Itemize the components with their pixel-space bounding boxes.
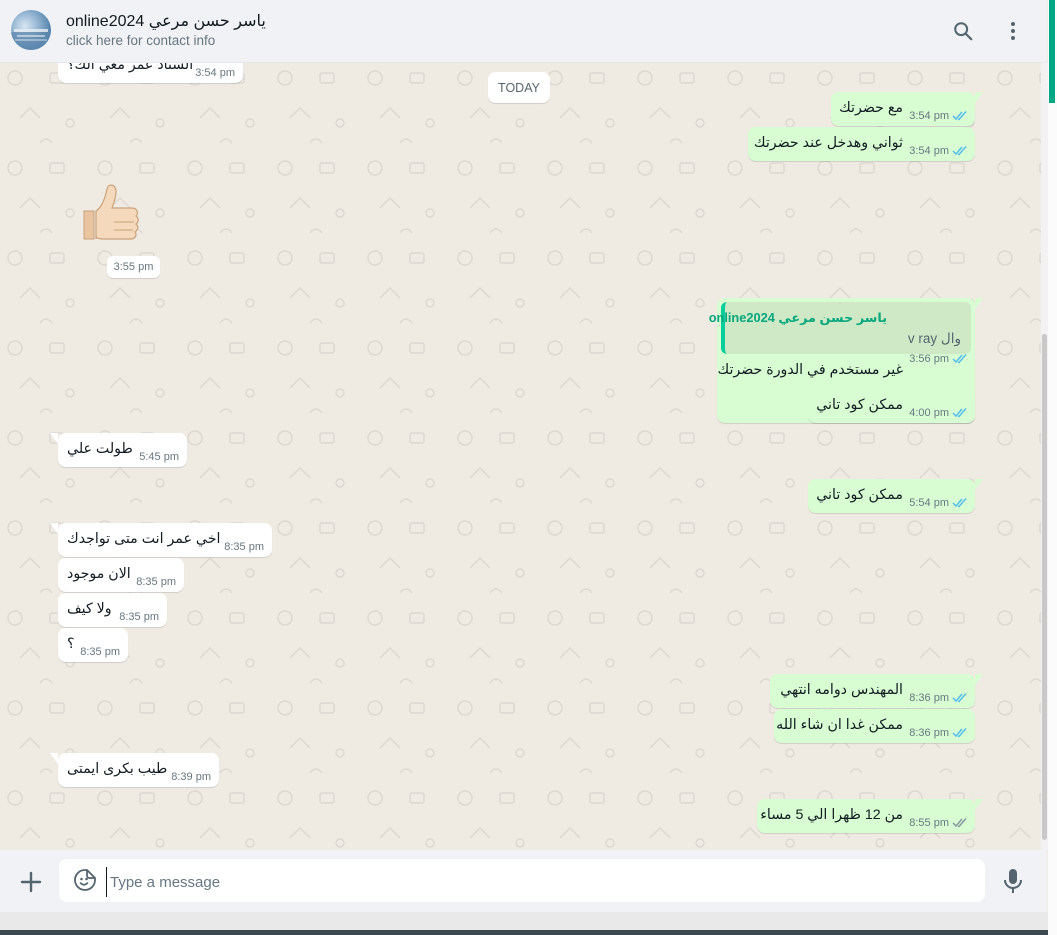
attach-button[interactable] (18, 869, 44, 895)
message-list[interactable]: الستاد عمر معي الك؟ 3:54 pm TODAY مع حضر… (0, 63, 1041, 850)
chat-scrollbar[interactable] (1041, 63, 1048, 850)
message-input-box[interactable] (59, 859, 985, 902)
message-outgoing[interactable]: المهندس دوامه انتهي 8:36 pm (770, 674, 983, 708)
message-input[interactable] (106, 867, 972, 897)
quoted-text: وال v ray (907, 331, 961, 346)
window-edge (1048, 0, 1057, 935)
scrollbar-thumb[interactable] (1042, 334, 1047, 840)
quoted-message[interactable]: ياسر حسن مرعي online2024 وال v ray (709, 302, 971, 354)
message-outgoing[interactable]: ممكن كود تاني 4:00 pm (808, 389, 975, 423)
double-check-read-icon (952, 498, 967, 508)
sticker-smiley-icon[interactable] (73, 868, 97, 892)
message-text: طولت علي (67, 441, 133, 457)
message-incoming[interactable]: ؟ 8:35 pm (58, 628, 128, 662)
bubble-tail (975, 479, 983, 490)
message-time: 8:35 pm (119, 611, 159, 623)
bubble-tail (975, 674, 983, 685)
message-incoming[interactable]: الستاد عمر معي الك؟ 3:54 pm (58, 63, 243, 83)
bubble-tail (975, 799, 983, 810)
message-text: الان موجود (67, 566, 131, 582)
date-separator: TODAY (488, 72, 550, 103)
double-check-read-icon (952, 146, 967, 156)
chat-header[interactable]: online2024 ياسر حسن مرعي click here for … (0, 0, 1047, 63)
message-text: ممكن كود تاني (816, 397, 903, 413)
message-text: الستاد عمر معي الك؟ (67, 63, 194, 73)
menu-button[interactable] (1000, 18, 1026, 44)
message-time: 3:54 pm (909, 145, 949, 157)
message-time: 5:45 pm (139, 451, 179, 463)
bubble-tail (975, 92, 983, 103)
bubble-tail (50, 753, 58, 764)
sticker-time: 3:55 pm (107, 256, 160, 278)
edge-accent-bar (1049, 0, 1055, 103)
message-outgoing[interactable]: من 12 ظهرا الي 5 مساء 8:55 pm (757, 799, 983, 833)
double-check-read-icon (952, 693, 967, 703)
avatar[interactable] (11, 10, 51, 50)
message-time: 3:54 pm (909, 110, 949, 122)
microphone-icon[interactable] (1002, 868, 1024, 894)
message-outgoing[interactable]: مع حضرتك 3:54 pm (831, 92, 983, 126)
message-time: 8:36 pm (909, 692, 949, 704)
message-text: ممكن كود تاني (816, 487, 903, 503)
bubble-tail (50, 523, 58, 534)
message-outgoing[interactable]: ممكن غدا ان شاء الله 8:36 pm (774, 709, 975, 743)
search-icon (954, 22, 973, 41)
double-check-read-icon (952, 111, 967, 121)
plus-icon (20, 871, 42, 893)
message-time: 8:35 pm (136, 576, 176, 588)
message-time: 4:00 pm (909, 407, 949, 419)
contact-info-hint[interactable]: click here for contact info (66, 33, 215, 48)
message-incoming[interactable]: ولا كيف 8:35 pm (58, 593, 167, 627)
message-outgoing[interactable]: ممكن كود تاني 5:54 pm (808, 479, 983, 513)
message-time: 3:56 pm (909, 353, 949, 365)
message-incoming[interactable]: الان موجود 8:35 pm (58, 558, 184, 592)
quoted-author: ياسر حسن مرعي online2024 (708, 310, 887, 325)
double-check-sent-icon (952, 818, 967, 828)
message-incoming[interactable]: طيب بكرى ايمتى 8:39 pm (50, 753, 219, 787)
message-text: مع حضرتك (839, 100, 903, 116)
taskbar-edge (0, 930, 1048, 935)
message-outgoing[interactable]: ثواني وهدخل عند حضرتك 3:54 pm (748, 127, 975, 161)
message-time: 5:54 pm (909, 497, 949, 509)
message-text: ولا كيف (67, 601, 112, 617)
message-time: 8:35 pm (224, 541, 264, 553)
message-text: اخي عمر انت متى تواجدك (67, 531, 221, 547)
message-text: ؟ (67, 636, 75, 652)
double-check-read-icon (952, 354, 967, 364)
message-text: غير مستخدم في الدورة حضرتك (717, 362, 903, 378)
contact-name[interactable]: online2024 ياسر حسن مرعي (66, 11, 266, 31)
thumbs-up-sticker[interactable] (76, 177, 146, 247)
message-incoming[interactable]: طولت علي 5:45 pm (50, 433, 187, 467)
message-text: طيب بكرى ايمتى (67, 761, 168, 777)
double-check-read-icon (952, 728, 967, 738)
message-text: المهندس دوامه انتهي (780, 682, 903, 698)
message-incoming[interactable]: اخي عمر انت متى تواجدك 8:35 pm (50, 523, 272, 557)
kebab-menu-icon (1011, 22, 1015, 40)
bubble-tail (975, 298, 983, 309)
message-text: ثواني وهدخل عند حضرتك (753, 135, 903, 151)
bubble-tail (50, 433, 58, 444)
double-check-read-icon (952, 408, 967, 418)
composer-bar (0, 850, 1047, 912)
message-text: من 12 ظهرا الي 5 مساء (760, 807, 903, 823)
message-text: ممكن غدا ان شاء الله (776, 717, 903, 733)
message-time: 8:35 pm (80, 646, 120, 658)
message-time: 8:36 pm (909, 727, 949, 739)
message-time: 8:39 pm (171, 771, 211, 783)
chat-window: online2024 ياسر حسن مرعي click here for … (0, 0, 1057, 935)
message-time: 8:55 pm (909, 817, 949, 829)
message-time: 3:54 pm (195, 67, 235, 79)
search-button[interactable] (950, 18, 976, 44)
